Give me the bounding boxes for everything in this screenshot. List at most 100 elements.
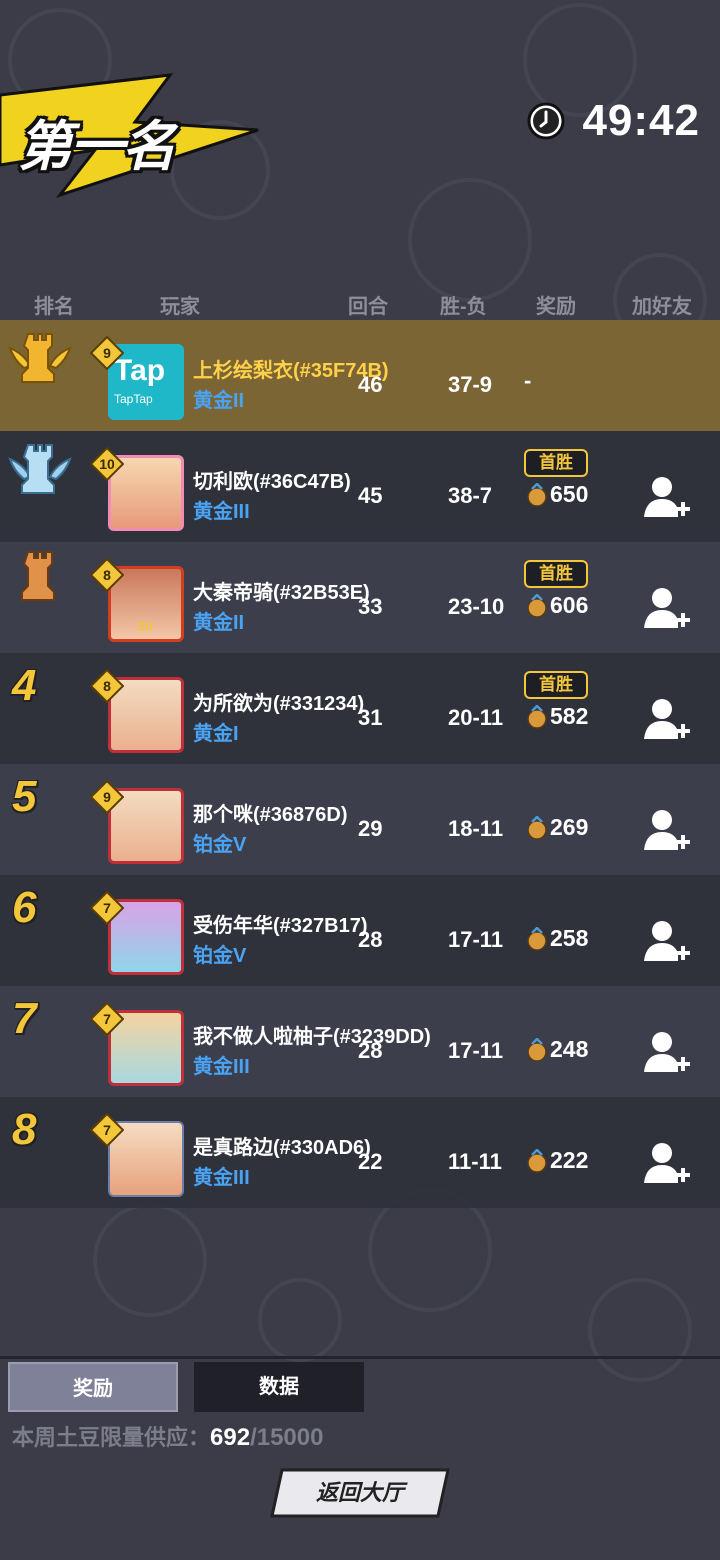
- player-tier: 黄金II: [193, 612, 245, 634]
- col-player: 玩家: [160, 296, 200, 318]
- col-round: 回合: [348, 296, 388, 318]
- rank-number: 8: [12, 1105, 37, 1154]
- level-text: 8: [103, 567, 111, 583]
- level-badge: 7: [89, 1001, 125, 1037]
- player-tier: 铂金V: [193, 945, 247, 967]
- first-win-badge: 首胜: [524, 560, 588, 588]
- clock-icon: [527, 102, 565, 140]
- potato-icon: [527, 1037, 547, 1062]
- add-friend-icon[interactable]: [640, 1026, 692, 1078]
- player-tier: 铂金V: [193, 834, 247, 856]
- player-name: 我不做人啦柚子(#3239DD): [193, 1026, 431, 1048]
- avatar-text: S0: [137, 619, 153, 634]
- potato-icon: [527, 926, 547, 951]
- level-text: 9: [103, 345, 111, 361]
- reward: 582: [526, 703, 588, 730]
- add-friend-icon[interactable]: [640, 582, 692, 634]
- reward-value: 248: [550, 1036, 589, 1062]
- player-row[interactable]: Tap TapTap 9 上杉绘梨衣(#35F74B) 黄金II 46 37-9…: [0, 320, 720, 431]
- add-friend-icon[interactable]: [640, 693, 692, 745]
- bottom-tabs: 奖励 数据: [0, 1356, 720, 1415]
- level-badge: 7: [89, 890, 125, 926]
- return-lobby-button[interactable]: 返回大厅: [270, 1468, 450, 1518]
- potato-supply: 本周土豆限量供应：692/15000: [12, 1420, 323, 1452]
- round-value: 46: [358, 372, 383, 397]
- supply-max: /15000: [250, 1424, 324, 1451]
- win-loss-value: 38-7: [448, 483, 493, 508]
- supply-label: 本周土豆限量供应：: [12, 1425, 211, 1450]
- potato-icon: [527, 815, 547, 840]
- level-text: 7: [103, 900, 111, 916]
- return-lobby-label: 返回大厅: [315, 1480, 404, 1505]
- reward: 606: [526, 592, 588, 619]
- potato-icon: [527, 704, 547, 729]
- add-friend-icon[interactable]: [640, 471, 692, 523]
- round-value: 29: [358, 816, 383, 841]
- add-friend-icon[interactable]: [640, 1137, 692, 1189]
- add-friend-icon[interactable]: [640, 804, 692, 856]
- reward: 258: [526, 925, 588, 952]
- win-loss-value: 18-11: [448, 816, 504, 841]
- reward: 248: [526, 1036, 588, 1063]
- player-row[interactable]: 10 切利欧(#36C47B) 黄金III 45 38-7 首胜 650: [0, 431, 720, 542]
- page-title: 第一名: [18, 117, 176, 177]
- reward: 222: [526, 1147, 588, 1174]
- player-row[interactable]: S0 8 大秦帝骑(#32B53E) 黄金II 33 23-10 首胜 606: [0, 542, 720, 653]
- avatar-subtext: TapTap: [114, 392, 153, 406]
- win-loss-value: 11-11: [448, 1149, 502, 1174]
- round-value: 33: [358, 594, 383, 619]
- level-badge: 10: [89, 446, 125, 482]
- countdown-timer: 49:42: [526, 96, 700, 146]
- gold-rook-rank-icon: [8, 333, 72, 383]
- bronze-rook-rank-icon: [21, 551, 55, 601]
- add-friend-icon[interactable]: [640, 915, 692, 967]
- player-row[interactable]: 5 9 那个咪(#36876D) 铂金V 29 18-11 269: [0, 764, 720, 875]
- rank-number: 7: [12, 994, 37, 1043]
- col-win-loss: 胜-负: [440, 296, 487, 318]
- level-badge: 7: [89, 1112, 125, 1148]
- level-text: 9: [103, 789, 111, 805]
- reward-value: -: [524, 368, 532, 393]
- reward-value: 269: [550, 814, 589, 840]
- level-text: 8: [103, 678, 111, 694]
- player-tier: 黄金II: [193, 390, 245, 412]
- tab-data[interactable]: 数据: [194, 1362, 364, 1412]
- level-text: 7: [103, 1122, 111, 1138]
- win-loss-value: 20-11: [448, 705, 504, 730]
- rank-number: 4: [12, 661, 37, 710]
- round-value: 28: [358, 1038, 383, 1063]
- reward-value: 258: [550, 925, 589, 951]
- player-name: 切利欧(#36C47B): [193, 471, 351, 493]
- level-text: 7: [103, 1011, 111, 1027]
- reward-value: 606: [550, 592, 589, 618]
- rank-number: 5: [12, 772, 37, 821]
- player-row[interactable]: 6 7 受伤年华(#327B17) 铂金V 28 17-11 258: [0, 875, 720, 986]
- player-row[interactable]: 4 8 为所欲为(#331234) 黄金I 31 20-11 首胜 582: [0, 653, 720, 764]
- table-header: 排名 玩家 回合 胜-负 奖励 加好友: [0, 290, 720, 320]
- col-add-friend: 加好友: [632, 296, 692, 318]
- first-win-badge: 首胜: [524, 671, 588, 699]
- level-badge: 9: [89, 779, 125, 815]
- tab-reward[interactable]: 奖励: [8, 1362, 178, 1412]
- reward-value: 222: [550, 1147, 589, 1173]
- level-text: 10: [99, 456, 115, 472]
- player-name: 那个咪(#36876D): [193, 804, 348, 826]
- player-name: 大秦帝骑(#32B53E): [193, 582, 370, 604]
- player-row[interactable]: 7 7 我不做人啦柚子(#3239DD) 黄金III 28 17-11 248: [0, 986, 720, 1097]
- level-badge: 8: [89, 557, 125, 593]
- silver-rook-rank-icon: [8, 444, 72, 494]
- reward-value: 650: [550, 481, 589, 507]
- first-win-badge: 首胜: [524, 449, 588, 477]
- supply-current: 692: [210, 1424, 251, 1451]
- reward-value: 582: [550, 703, 589, 729]
- potato-icon: [527, 593, 547, 618]
- round-value: 28: [358, 927, 383, 952]
- col-reward: 奖励: [536, 296, 576, 318]
- player-name: 为所欲为(#331234): [193, 693, 365, 715]
- win-loss-value: 23-10: [448, 594, 505, 619]
- reward: 650: [526, 481, 588, 508]
- win-loss-value: 17-11: [448, 1038, 504, 1063]
- reward: 269: [526, 814, 588, 841]
- player-row[interactable]: 8 7 是真路边(#330AD6) 黄金III 22 11-11 222: [0, 1097, 720, 1208]
- win-loss-value: 37-9: [448, 372, 493, 397]
